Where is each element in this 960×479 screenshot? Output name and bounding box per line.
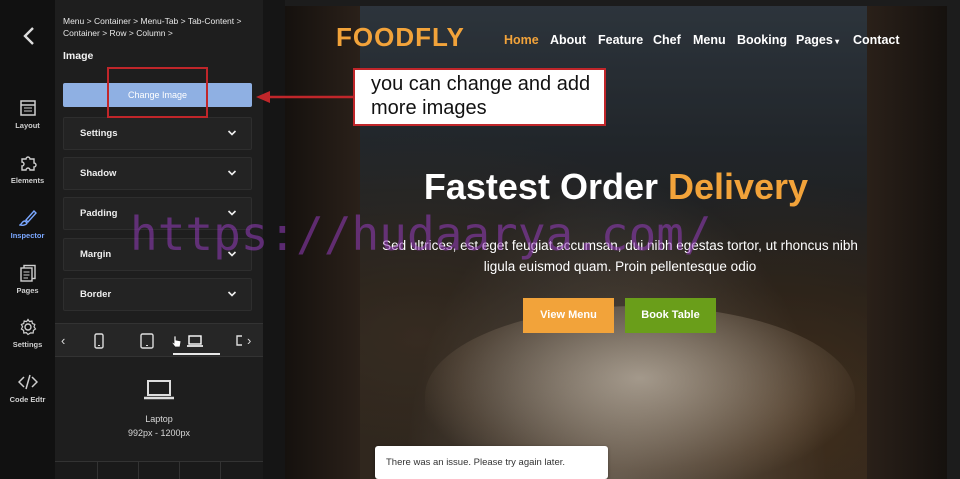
- chevron-down-icon: [227, 251, 237, 257]
- chevron-down-icon: [227, 170, 237, 176]
- hero-title: Fastest Order Delivery: [285, 166, 947, 208]
- annotation-highlight-box: [107, 67, 208, 118]
- rail-label-elements: Elements: [10, 176, 45, 185]
- bottom-toolbar: [55, 461, 263, 479]
- accordion-label: Settings: [80, 128, 118, 139]
- device-range: 992px - 1200px: [127, 428, 191, 438]
- chevron-down-icon: [227, 291, 237, 297]
- panel-divider: [263, 0, 285, 479]
- nav-menu[interactable]: Menu: [693, 33, 726, 47]
- nav-chef[interactable]: Chef: [653, 33, 681, 47]
- laptop-device-icon[interactable]: [186, 332, 204, 350]
- accordion-settings[interactable]: Settings: [63, 117, 252, 150]
- accordion-border[interactable]: Border: [63, 278, 252, 311]
- error-toast: There was an issue. Please try again lat…: [375, 446, 608, 479]
- hero-title-accent: Delivery: [667, 166, 809, 207]
- accordion-label: Padding: [80, 208, 118, 219]
- mobile-device-icon[interactable]: [90, 332, 108, 350]
- accordion-shadow[interactable]: Shadow: [63, 157, 252, 190]
- rail-item-code-editor[interactable]: Code Edtr: [0, 373, 55, 404]
- rail-item-inspector[interactable]: Inspector: [0, 209, 55, 240]
- chevron-down-icon: [227, 210, 237, 216]
- scroll-right-icon[interactable]: ›: [247, 333, 251, 348]
- rail-label-pages: Pages: [16, 286, 39, 295]
- rail-item-layout[interactable]: Layout: [0, 99, 55, 130]
- pages-icon: [19, 264, 36, 282]
- accordion-label: Border: [80, 289, 112, 300]
- laptop-icon: [144, 380, 174, 400]
- gear-icon: [20, 318, 36, 336]
- code-icon: [17, 374, 38, 390]
- window-frame-right: [867, 6, 947, 479]
- window-frame-left: [285, 6, 360, 479]
- rail-label-code-editor: Code Edtr: [9, 395, 46, 404]
- rail-label-inspector: Inspector: [10, 231, 45, 240]
- nav-pages-label: Pages: [796, 33, 833, 47]
- scroll-left-icon[interactable]: ‹: [61, 333, 65, 348]
- nav-contact[interactable]: Contact: [853, 33, 900, 47]
- book-table-button[interactable]: Book Table: [625, 298, 716, 333]
- view-menu-button[interactable]: View Menu: [523, 298, 614, 333]
- caret-down-icon: ▾: [832, 37, 840, 46]
- right-edge: [947, 0, 960, 479]
- rail-item-elements[interactable]: Elements: [0, 154, 55, 185]
- cursor-icon: [171, 335, 182, 348]
- accordion-padding[interactable]: Padding: [63, 197, 252, 230]
- back-arrow-icon[interactable]: [18, 24, 40, 48]
- site-logo[interactable]: FOODFLY: [336, 22, 465, 53]
- nav-feature[interactable]: Feature: [598, 33, 643, 47]
- accordion-label: Margin: [80, 249, 112, 260]
- section-title: Image: [63, 50, 94, 62]
- nav-home[interactable]: Home: [504, 33, 539, 47]
- rail-label-layout: Layout: [15, 121, 40, 130]
- left-rail: Layout Elements Inspector Pages Settings…: [0, 0, 55, 479]
- desktop-device-icon[interactable]: [235, 332, 243, 350]
- hero-title-main: Fastest Order: [423, 166, 668, 207]
- nav-pages[interactable]: Pages ▾: [796, 33, 839, 47]
- device-name: Laptop: [145, 414, 173, 424]
- nav-about[interactable]: About: [550, 33, 586, 47]
- puzzle-icon: [20, 156, 37, 171]
- tablet-device-icon[interactable]: [138, 332, 156, 350]
- annotation-note: you can change and add more images: [353, 68, 606, 126]
- annotation-arrow-icon: [256, 91, 354, 103]
- nav-booking[interactable]: Booking: [737, 33, 787, 47]
- device-info: Laptop 992px - 1200px: [55, 357, 263, 461]
- accordion-margin[interactable]: Margin: [63, 238, 252, 271]
- rail-item-settings[interactable]: Settings: [0, 318, 55, 349]
- rail-label-settings: Settings: [12, 340, 43, 349]
- active-device-indicator: [173, 353, 220, 355]
- breadcrumb[interactable]: Menu > Container > Menu-Tab > Tab-Conten…: [63, 15, 258, 39]
- chevron-down-icon: [227, 130, 237, 136]
- device-toolbar: ‹ ›: [55, 323, 263, 357]
- accordion-label: Shadow: [80, 168, 117, 179]
- rail-item-pages[interactable]: Pages: [0, 264, 55, 295]
- layout-icon: [19, 100, 36, 116]
- hero-subtitle: Sed ultrices, est eget feugiat accumsan,…: [382, 238, 858, 274]
- brush-icon: [18, 209, 37, 226]
